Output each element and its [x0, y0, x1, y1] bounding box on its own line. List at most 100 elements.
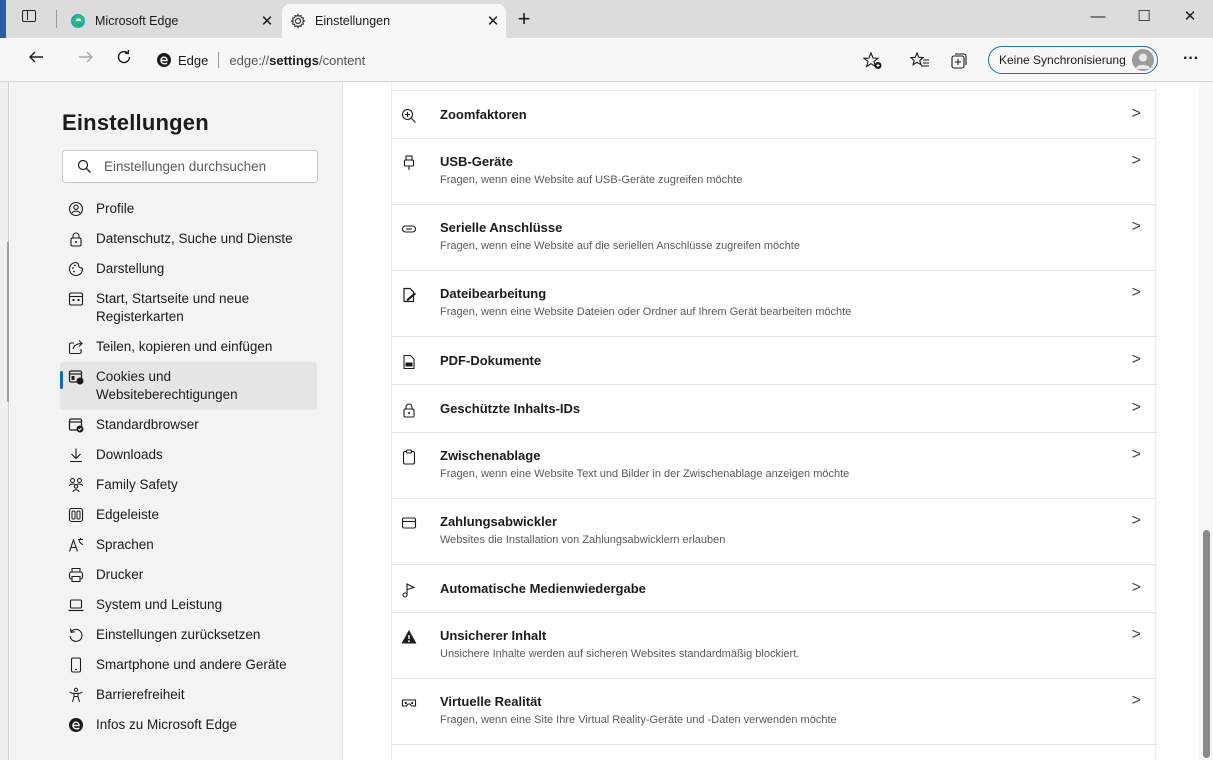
setting-title: USB-Geräte — [440, 154, 513, 169]
default-browser-icon — [68, 416, 84, 434]
page-scrollbar[interactable] — [1199, 82, 1213, 760]
address-bar[interactable]: Edge edge://settings/content — [156, 46, 896, 74]
close-tab-button[interactable]: ✕ — [254, 12, 280, 30]
favorites-icon — [910, 51, 929, 67]
site-permissions-card: Zoomfaktoren > USB-Geräte Fragen, wenn ei… — [391, 82, 1157, 760]
scrollbar-thumb[interactable] — [1203, 530, 1210, 758]
share-icon — [68, 338, 84, 356]
back-arrow-icon — [29, 51, 43, 63]
refresh-icon — [117, 49, 131, 64]
chevron-right-icon: > — [1131, 446, 1141, 463]
tab-einstellungen[interactable]: Einstellungen ✕ — [282, 4, 506, 38]
sidebar-item-start-page[interactable]: Start, Startseite und neue Registerkarte… — [60, 284, 317, 332]
setting-title: Dateibearbeitung — [440, 286, 547, 301]
navigation-bar: Edge edge://settings/content Keine Synch… — [0, 38, 1213, 82]
setting-row-serial-ports[interactable]: Serielle Anschlüsse Fragen, wenn eine Web… — [392, 205, 1157, 271]
chevron-right-icon: > — [1131, 692, 1141, 709]
back-button[interactable] — [22, 46, 50, 74]
tab-microsoft-edge[interactable]: Microsoft Edge ✕ — [62, 4, 280, 38]
reset-icon — [68, 626, 84, 644]
sidebar-item-label: Standardbrowser — [96, 417, 199, 432]
setting-title: Zoomfaktoren — [440, 107, 527, 122]
url-suffix: /content — [318, 52, 366, 68]
tab-title: Einstellungen — [315, 14, 391, 28]
sidebar-item-appearance[interactable]: Darstellung — [60, 254, 317, 284]
warning-icon — [400, 628, 418, 646]
settings-and-more-button[interactable]: ··· — [1176, 46, 1206, 74]
edge-logo-icon — [157, 53, 171, 67]
protected-content-icon — [400, 401, 418, 419]
setting-title: Serielle Anschlüsse — [440, 220, 563, 235]
sidebar-item-default-browser[interactable]: Standardbrowser — [60, 410, 317, 440]
setting-row-clipboard[interactable]: Zwischenablage Fragen, wenn eine Website … — [392, 433, 1157, 499]
sidebar-item-privacy[interactable]: Datenschutz, Suche und Dienste — [60, 224, 317, 254]
sync-profile-button[interactable]: Keine Synchronisierung — [988, 46, 1158, 74]
sidebar-item-system[interactable]: System und Leistung — [60, 590, 317, 620]
setting-row-virtual-reality[interactable]: Virtuelle Realität Fragen, wenn eine Site… — [392, 679, 1157, 745]
sidebar-item-phone[interactable]: Smartphone und andere Geräte — [60, 650, 317, 680]
setting-row-protected-content[interactable]: Geschützte Inhalts-IDs > — [392, 385, 1157, 433]
settings-search[interactable] — [62, 150, 318, 183]
sidebar-item-cookies[interactable]: Cookies und Websiteberechtigungen — [60, 362, 317, 410]
sidebar-item-languages[interactable]: Sprachen — [60, 530, 317, 560]
setting-description: Unsichere Inhalte werden auf sicheren We… — [440, 648, 800, 660]
sidebar-item-label: Datenschutz, Suche und Dienste — [96, 231, 293, 246]
sidebar-item-about[interactable]: Infos zu Microsoft Edge — [60, 710, 317, 740]
sidebar-item-label: Start, Startseite und neue Registerkarte… — [96, 291, 250, 324]
site-label: Edge — [178, 52, 209, 68]
add-favorite-button[interactable] — [862, 50, 884, 72]
laptop-icon — [68, 596, 84, 614]
sidebar-item-downloads[interactable]: Downloads — [60, 440, 317, 470]
payment-card-icon — [400, 514, 418, 532]
setting-title: Geschützte Inhalts-IDs — [440, 401, 581, 416]
sidebar-item-printers[interactable]: Drucker — [60, 560, 317, 590]
serial-port-icon — [400, 220, 418, 238]
favorites-button[interactable] — [909, 50, 931, 72]
setting-row-zoom[interactable]: Zoomfaktoren > — [392, 91, 1157, 139]
setting-description: Fragen, wenn eine Website auf USB-Geräte… — [440, 174, 743, 186]
close-tab-button[interactable]: ✕ — [480, 12, 506, 30]
sidebar-item-reset[interactable]: Einstellungen zurücksetzen — [60, 620, 317, 650]
setting-row-insecure-content[interactable]: Unsicherer Inhalt Unsichere Inhalte werde… — [392, 613, 1157, 679]
maximize-button[interactable]: ☐ — [1121, 0, 1167, 36]
minimize-button[interactable]: — — [1075, 0, 1121, 36]
window-edge — [0, 0, 6, 38]
sidebar-item-share[interactable]: Teilen, kopieren und einfügen — [60, 332, 317, 362]
pdf-icon — [400, 353, 418, 371]
setting-title: PDF-Dokumente — [440, 353, 542, 368]
setting-description: Fragen, wenn eine Website Dateien oder O… — [440, 306, 852, 318]
start-page-icon — [68, 290, 84, 308]
forward-button[interactable] — [72, 46, 100, 74]
sidebar-item-accessibility[interactable]: Barrierefreiheit — [60, 680, 317, 710]
setting-title: Unsicherer Inhalt — [440, 628, 547, 643]
setting-row-usb[interactable]: USB-Geräte Fragen, wenn eine Website auf … — [392, 139, 1157, 205]
chevron-right-icon: > — [1131, 399, 1141, 416]
sidebar-item-edge-bar[interactable]: Edgeleiste — [60, 500, 317, 530]
chevron-right-icon: > — [1131, 626, 1141, 643]
setting-row-pdf[interactable]: PDF-Dokumente > — [392, 337, 1157, 385]
edge-site-chip[interactable]: Edge — [156, 52, 208, 68]
media-autoplay-icon — [400, 581, 418, 599]
setting-row-file-editing[interactable]: Dateibearbeitung Fragen, wenn eine Websit… — [392, 271, 1157, 337]
setting-title: Zwischenablage — [440, 448, 541, 463]
setting-row-payment-handlers[interactable]: Zahlungsabwickler Websites die Installati… — [392, 499, 1157, 565]
search-input[interactable] — [104, 159, 304, 174]
sidebar-item-label: Teilen, kopieren und einfügen — [96, 339, 273, 354]
file-edit-icon — [400, 286, 418, 304]
sidebar-item-family-safety[interactable]: Family Safety — [60, 470, 317, 500]
tab-actions-button[interactable] — [22, 10, 40, 26]
tab-actions-icon — [22, 10, 36, 22]
accessibility-icon — [68, 686, 84, 704]
new-tab-button[interactable]: + — [510, 5, 538, 33]
close-window-button[interactable]: ✕ — [1167, 0, 1213, 36]
tab-separator — [56, 10, 57, 28]
collections-button[interactable] — [948, 50, 970, 72]
sidebar-item-label: Drucker — [96, 567, 144, 582]
sidebar-item-profile[interactable]: Profile — [60, 194, 317, 224]
refresh-button[interactable] — [110, 46, 138, 74]
chevron-right-icon: > — [1131, 512, 1141, 529]
sidebar-item-label: Infos zu Microsoft Edge — [96, 717, 238, 732]
sidebar-item-label: Edgeleiste — [96, 507, 160, 522]
sidebar-item-label: Einstellungen zurücksetzen — [96, 627, 261, 642]
setting-row-media-autoplay[interactable]: Automatische Medienwiedergabe > — [392, 565, 1157, 613]
